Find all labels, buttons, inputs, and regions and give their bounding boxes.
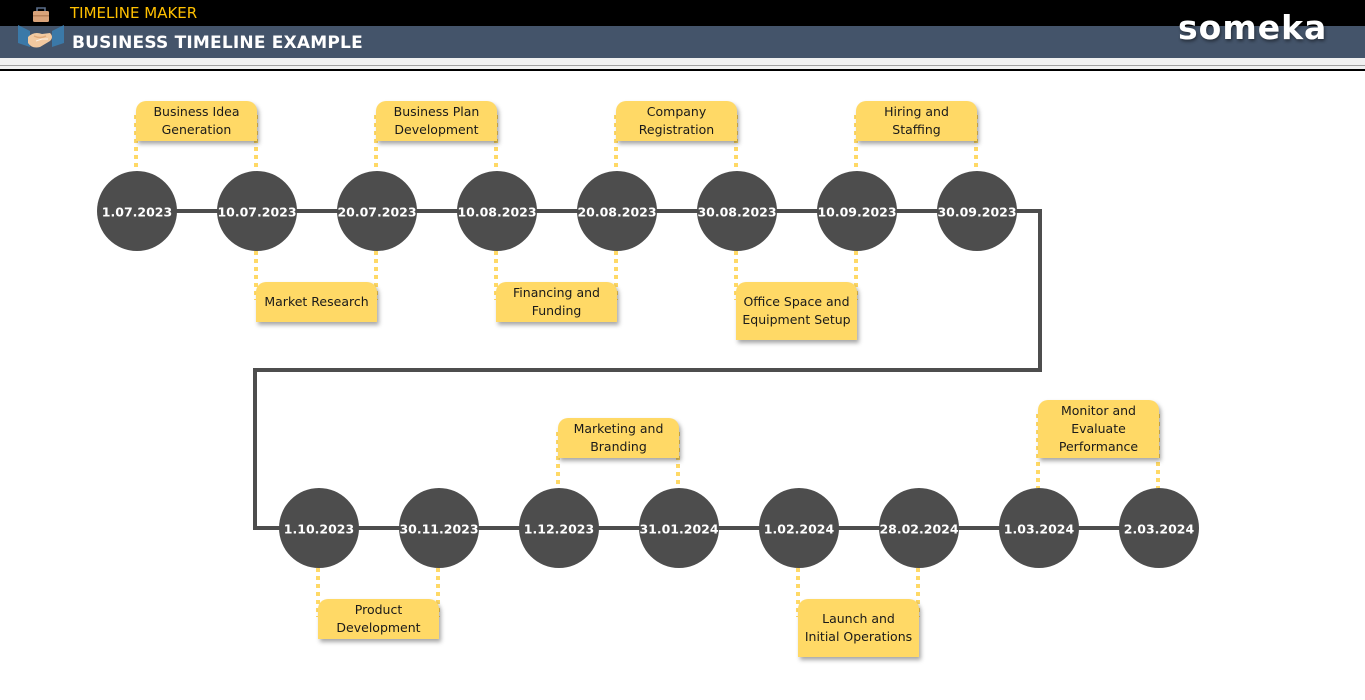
- event-callout[interactable]: Business Idea Generation: [136, 101, 257, 141]
- event-callout[interactable]: Business Plan Development: [376, 101, 497, 141]
- milestone-date: 1.10.2023: [284, 522, 354, 537]
- milestone-date: 20.07.2023: [337, 205, 416, 220]
- milestone-node[interactable]: 20.07.2023: [337, 171, 417, 251]
- milestone-date: 10.09.2023: [817, 205, 896, 220]
- milestone-node[interactable]: 30.08.2023: [697, 171, 777, 251]
- event-callout[interactable]: Product Development: [318, 599, 439, 639]
- milestone-date: 30.08.2023: [697, 205, 776, 220]
- event-callout[interactable]: Office Space and Equipment Setup: [736, 282, 857, 340]
- milestone-node[interactable]: 2.03.2024: [1119, 488, 1199, 568]
- milestone-node[interactable]: 30.09.2023: [937, 171, 1017, 251]
- milestone-date: 20.08.2023: [577, 205, 656, 220]
- event-callout[interactable]: Launch and Initial Operations: [798, 599, 919, 657]
- event-callout[interactable]: Company Registration: [616, 101, 737, 141]
- milestone-node[interactable]: 1.02.2024: [759, 488, 839, 568]
- milestone-date: 10.07.2023: [217, 205, 296, 220]
- milestone-node[interactable]: 1.03.2024: [999, 488, 1079, 568]
- milestone-date: 30.09.2023: [937, 205, 1016, 220]
- milestone-node[interactable]: 30.11.2023: [399, 488, 479, 568]
- milestone-date: 1.02.2024: [764, 522, 835, 537]
- event-callout[interactable]: Financing and Funding: [496, 282, 617, 322]
- milestone-date: 2.03.2024: [1124, 522, 1195, 537]
- app-root: TIMELINE MAKER BUSINESS TIMELINE EXAMPLE…: [0, 0, 1365, 700]
- timeline-track-line: [137, 209, 1159, 530]
- milestone-node[interactable]: 10.09.2023: [817, 171, 897, 251]
- milestone-date: 28.02.2024: [879, 522, 958, 537]
- milestone-date: 10.08.2023: [457, 205, 536, 220]
- milestone-date: 1.03.2024: [1004, 522, 1075, 537]
- milestone-date: 31.01.2024: [639, 522, 718, 537]
- milestone-date: 1.07.2023: [102, 205, 172, 220]
- milestone-node[interactable]: 1.12.2023: [519, 488, 599, 568]
- milestone-date: 1.12.2023: [524, 522, 594, 537]
- milestone-node[interactable]: 10.07.2023: [217, 171, 297, 251]
- milestone-node[interactable]: 1.07.2023: [97, 171, 177, 251]
- event-callout[interactable]: Market Research: [256, 282, 377, 322]
- milestone-date: 30.11.2023: [399, 522, 478, 537]
- milestone-node[interactable]: 1.10.2023: [279, 488, 359, 568]
- event-callout[interactable]: Hiring and Staffing: [856, 101, 977, 141]
- event-callout[interactable]: Marketing and Branding: [558, 418, 679, 458]
- event-callout[interactable]: Monitor and Evaluate Performance: [1038, 400, 1159, 458]
- milestone-node[interactable]: 28.02.2024: [879, 488, 959, 568]
- milestone-node[interactable]: 31.01.2024: [639, 488, 719, 568]
- milestone-node[interactable]: 20.08.2023: [577, 171, 657, 251]
- milestone-node[interactable]: 10.08.2023: [457, 171, 537, 251]
